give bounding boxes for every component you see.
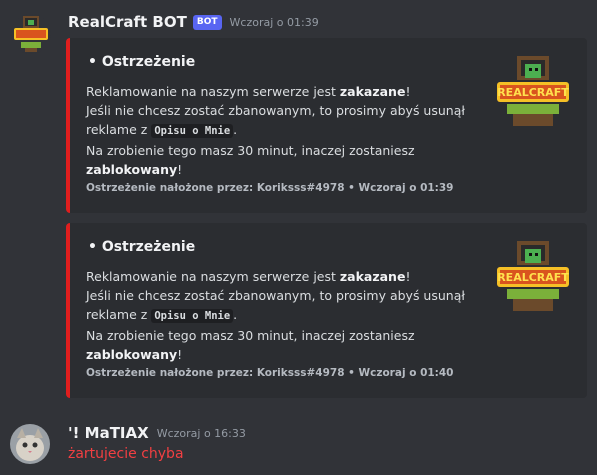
user-username[interactable]: '! MaTIAX bbox=[68, 424, 149, 442]
bot-username[interactable]: RealCraft BOT bbox=[68, 13, 187, 31]
bot-badge: BOT bbox=[192, 14, 222, 30]
inline-code: Opisu o Mnie bbox=[151, 124, 234, 138]
user-message-timestamp: Wczoraj o 16:33 bbox=[156, 426, 246, 440]
embed-thumbnail[interactable]: REALCRAFT bbox=[493, 52, 573, 132]
cat-avatar-icon bbox=[10, 424, 50, 464]
embed-title: • Ostrzeżenie bbox=[88, 239, 196, 255]
svg-text:REALCRAFT: REALCRAFT bbox=[497, 271, 569, 284]
embed-footer: Ostrzeżenie nałożone przez: Koriksss#497… bbox=[86, 367, 454, 379]
embed-title: • Ostrzeżenie bbox=[88, 54, 196, 70]
embed-description: Reklamowanie na naszym serwerze jest zak… bbox=[86, 84, 465, 177]
embed-description: Reklamowanie na naszym serwerze jest zak… bbox=[86, 269, 465, 362]
bot-message-header: RealCraft BOT BOT Wczoraj o 01:39 bbox=[68, 13, 319, 31]
inline-code: Opisu o Mnie bbox=[151, 309, 234, 323]
realcraft-logo-icon bbox=[14, 16, 48, 52]
warning-embed-2: • Ostrzeżenie Reklamowanie na naszym ser… bbox=[66, 223, 587, 398]
svg-text:REALCRAFT: REALCRAFT bbox=[497, 86, 569, 99]
bot-message-timestamp: Wczoraj o 01:39 bbox=[229, 15, 319, 29]
bot-avatar[interactable] bbox=[11, 14, 51, 54]
realcraft-logo-icon: REALCRAFT bbox=[497, 56, 569, 126]
user-avatar[interactable] bbox=[10, 424, 50, 464]
warning-embed-1: • Ostrzeżenie Reklamowanie na naszym ser… bbox=[66, 38, 587, 213]
embed-footer: Ostrzeżenie nałożone przez: Koriksss#497… bbox=[86, 182, 454, 194]
realcraft-logo-icon: REALCRAFT bbox=[497, 241, 569, 311]
user-message-text: żartujecie chyba bbox=[68, 446, 184, 462]
user-message-header: '! MaTIAX Wczoraj o 16:33 bbox=[68, 424, 246, 442]
embed-thumbnail[interactable]: REALCRAFT bbox=[493, 237, 573, 317]
